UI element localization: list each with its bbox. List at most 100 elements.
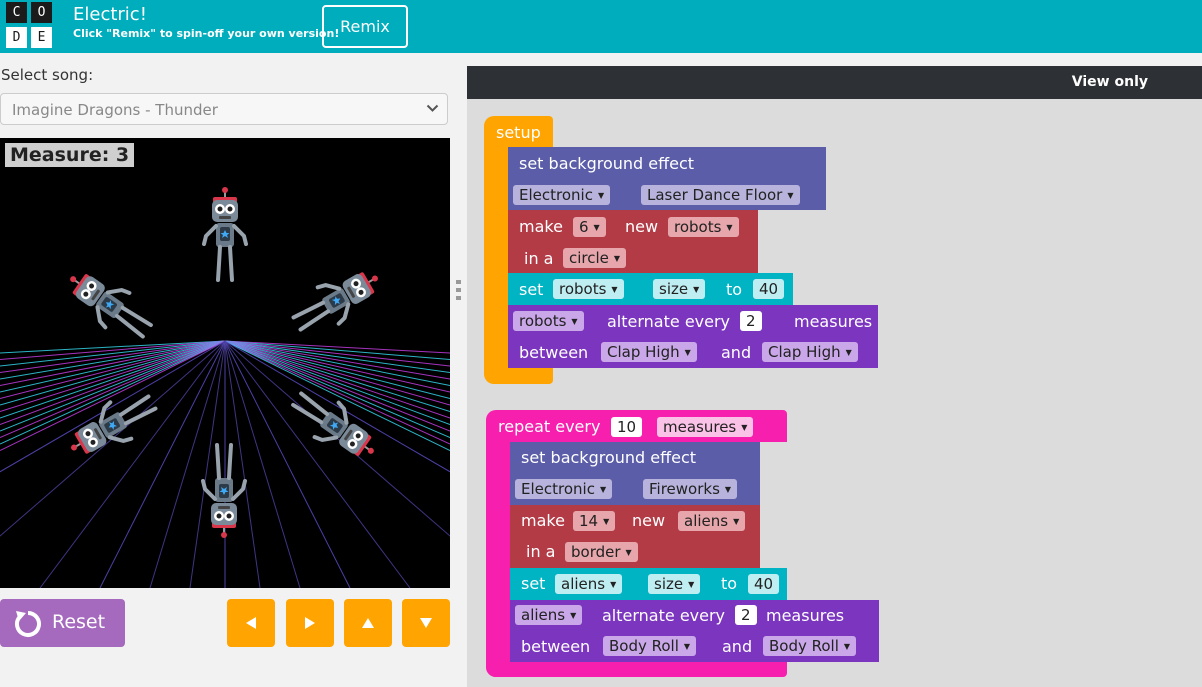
move-a-dropdown[interactable]: Body Roll ▼ <box>603 636 697 656</box>
song-select-value: Imagine Dragons - Thunder <box>12 101 218 119</box>
dropdown-value: Fireworks <box>649 480 720 498</box>
panel-resize-handle[interactable] <box>455 280 463 302</box>
dropdown-value: border <box>571 543 621 561</box>
set-background-effect-label: set background effect <box>521 448 697 467</box>
layout-dropdown[interactable]: circle ▼ <box>563 248 627 268</box>
dropdown-value: measures <box>663 418 737 436</box>
dropdown-value: Electronic <box>521 480 595 498</box>
sprite-count-dropdown[interactable]: 14 ▼ <box>573 511 616 531</box>
reset-icon <box>15 611 41 637</box>
make-label: make <box>519 217 563 236</box>
alternate-sprite-dropdown[interactable]: aliens ▼ <box>515 605 583 625</box>
move-b-dropdown[interactable]: Body Roll ▼ <box>763 636 857 656</box>
sprite-type-dropdown[interactable]: robots ▼ <box>668 217 739 237</box>
repeat-interval-input[interactable]: 10 <box>611 417 643 437</box>
dropdown-arrow-icon: ▼ <box>570 611 577 620</box>
new-label: new <box>632 511 666 530</box>
arrow-down-icon <box>420 618 432 628</box>
code-logo[interactable]: C O D E <box>6 2 56 50</box>
dropdown-arrow-icon: ▼ <box>611 285 618 294</box>
layout-dropdown[interactable]: border ▼ <box>565 542 638 562</box>
logo-letter-d: D <box>6 27 27 48</box>
dropdown-value: aliens <box>561 575 606 593</box>
dropdown-arrow-icon: ▼ <box>597 191 605 200</box>
to-label: to <box>726 280 743 299</box>
alternate-count-input[interactable]: 2 <box>735 605 757 625</box>
property-value-input[interactable]: 40 <box>748 574 780 594</box>
logo-letter-e: E <box>31 27 52 48</box>
down-arrow-button[interactable] <box>402 599 450 647</box>
property-dropdown[interactable]: size ▼ <box>653 279 706 299</box>
dropdown-value: aliens <box>521 606 566 624</box>
dropdown-value: aliens <box>684 512 729 530</box>
repeat-block-footer <box>486 662 787 677</box>
left-arrow-button[interactable] <box>227 599 275 647</box>
move-b-dropdown[interactable]: Clap High ▼ <box>762 342 858 362</box>
project-subtitle: Click "Remix" to spin-off your own versi… <box>73 27 340 40</box>
dropdown-arrow-icon: ▼ <box>787 191 794 200</box>
dropdown-value: 6 <box>579 218 589 236</box>
set-property-block[interactable]: set to <box>508 273 793 305</box>
project-title: Electric! <box>73 4 147 25</box>
dropdown-arrow-icon: ▼ <box>843 642 851 651</box>
in-a-label: in a <box>526 542 556 561</box>
set-sprite-dropdown[interactable]: aliens ▼ <box>555 574 623 594</box>
alternate-sprite-dropdown[interactable]: robots ▼ <box>513 311 584 331</box>
dropdown-arrow-icon: ▼ <box>733 517 740 526</box>
right-arrow-button[interactable] <box>286 599 334 647</box>
dropdown-arrow-icon: ▼ <box>599 485 607 494</box>
dropdown-arrow-icon: ▼ <box>625 548 632 557</box>
set-label: set <box>521 574 546 593</box>
set-label: set <box>519 280 544 299</box>
alternate-count-input[interactable]: 2 <box>740 311 762 331</box>
set-sprite-dropdown[interactable]: robots ▼ <box>553 279 624 299</box>
between-label: between <box>519 343 589 362</box>
dropdown-value: Laser Dance Floor <box>647 186 783 204</box>
property-dropdown[interactable]: size ▼ <box>648 574 701 594</box>
alternate-every-label: alternate every <box>607 312 731 331</box>
chevron-down-icon <box>426 104 439 112</box>
dropdown-arrow-icon: ▼ <box>613 254 621 263</box>
set-background-effect-label: set background effect <box>519 154 695 173</box>
setup-label: setup <box>496 123 541 142</box>
background-category-dropdown[interactable]: Electronic ▼ <box>513 185 611 205</box>
input-value: 40 <box>754 575 774 593</box>
between-label: between <box>521 637 591 656</box>
move-a-dropdown[interactable]: Clap High ▼ <box>601 342 697 362</box>
alternate-every-label: alternate every <box>602 606 726 625</box>
dropdown-value: Body Roll <box>769 637 839 655</box>
and-label: and <box>722 637 753 656</box>
code-workspace: setup set background effect Electronic ▼ … <box>467 99 1202 687</box>
input-value: 2 <box>746 312 756 330</box>
dropdown-value: Clap High <box>768 343 841 361</box>
repeat-every-label: repeat every <box>498 417 601 436</box>
robot-sprite <box>199 185 251 284</box>
sprite-count-dropdown[interactable]: 6 ▼ <box>573 217 606 237</box>
robot-sprite <box>198 441 250 540</box>
dance-stage: Measure: 3 <box>0 138 450 588</box>
reset-button[interactable]: Reset <box>0 599 125 647</box>
dropdown-arrow-icon: ▼ <box>726 223 733 232</box>
sprite-type-dropdown[interactable]: aliens ▼ <box>678 511 746 531</box>
background-category-dropdown[interactable]: Electronic ▼ <box>515 479 613 499</box>
input-value: 10 <box>617 418 637 436</box>
dropdown-arrow-icon: ▼ <box>684 348 691 357</box>
song-select[interactable]: Imagine Dragons - Thunder <box>0 93 448 125</box>
measure-counter: Measure: 3 <box>5 143 135 167</box>
dropdown-value: 14 <box>579 512 599 530</box>
dropdown-arrow-icon: ▼ <box>603 517 610 526</box>
reset-button-label: Reset <box>52 611 106 633</box>
arrow-right-icon <box>305 617 315 629</box>
background-effect-dropdown[interactable]: Laser Dance Floor ▼ <box>641 185 800 205</box>
input-value: 2 <box>741 606 751 624</box>
property-value-input[interactable]: 40 <box>753 279 785 299</box>
dropdown-value: Body Roll <box>609 637 679 655</box>
background-effect-dropdown[interactable]: Fireworks ▼ <box>643 479 738 499</box>
select-song-label: Select song: <box>1 66 94 84</box>
repeat-unit-dropdown[interactable]: measures ▼ <box>657 417 754 437</box>
dropdown-arrow-icon: ▼ <box>610 580 617 589</box>
up-arrow-button[interactable] <box>344 599 392 647</box>
measures-label: measures <box>766 606 845 625</box>
dropdown-value: Electronic <box>519 186 593 204</box>
remix-button[interactable]: Remix <box>322 5 408 48</box>
